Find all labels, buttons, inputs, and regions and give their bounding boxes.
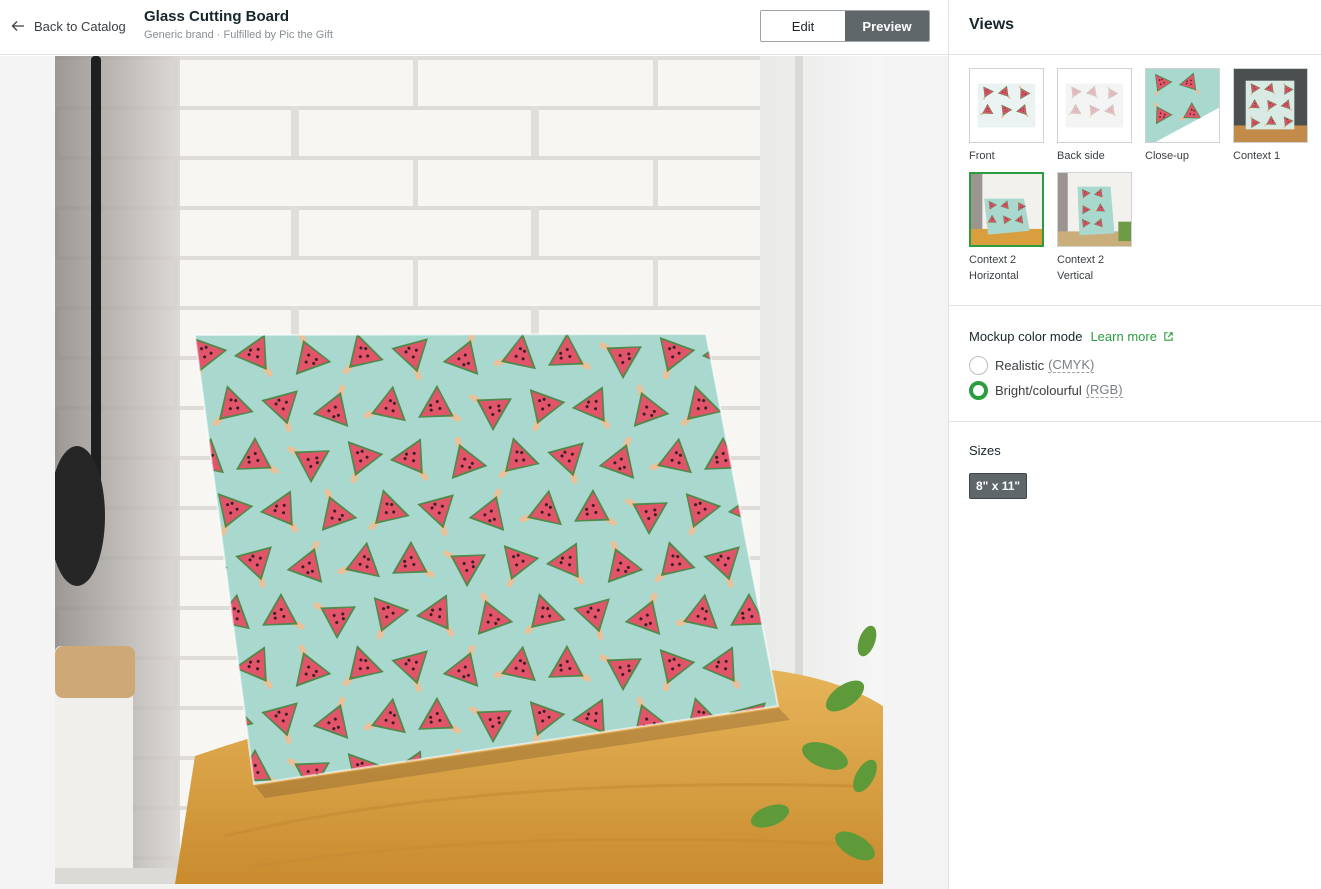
sizes-title: Sizes — [969, 443, 1001, 458]
views-heading: Views — [949, 0, 1321, 55]
right-panel: Views Front Back side Close-up Context 1 — [948, 0, 1321, 889]
back-to-catalog-link[interactable]: Back to Catalog — [10, 15, 126, 37]
back-label: Back to Catalog — [34, 18, 126, 34]
radio-realistic[interactable]: Realistic (CMYK) — [969, 355, 1301, 375]
view-context-1[interactable]: Context 1 — [1233, 68, 1321, 164]
color-mode-section: Mockup color mode Learn more Realistic (… — [949, 306, 1321, 421]
external-link-icon — [1164, 331, 1173, 341]
learn-more-link[interactable]: Learn more — [1090, 329, 1173, 344]
view-label: Back side — [1057, 150, 1105, 162]
arrow-left-icon — [11, 21, 24, 31]
product-mockup-image — [55, 56, 883, 884]
view-label: Front — [969, 150, 995, 162]
learn-more-label: Learn more — [1090, 328, 1157, 344]
views-grid: Front Back side Close-up Context 1 Conte… — [949, 55, 1321, 292]
page-title: Glass Cutting Board — [144, 8, 290, 25]
view-label-line2: Horizontal — [969, 270, 1019, 282]
preview-canvas — [0, 56, 948, 889]
view-label: Close-up — [1145, 150, 1190, 162]
radio-tag: (CMYK) — [1048, 356, 1095, 373]
top-bar: Back to Catalog Glass Cutting Board Gene… — [0, 0, 948, 55]
view-thumbnail-selected[interactable] — [969, 172, 1044, 247]
view-context-2-horizontal[interactable]: Context 2 Horizontal — [969, 172, 1057, 284]
page-subtitle: Generic brand · Fulfilled by Pic the Gif… — [144, 29, 333, 41]
radio-tag: (RGB) — [1085, 381, 1123, 398]
radio-button-selected[interactable] — [969, 380, 988, 400]
preview-button[interactable]: Preview — [845, 11, 929, 41]
sizes-section: Sizes 8" x 11" — [949, 422, 1321, 499]
view-thumbnail[interactable] — [1233, 68, 1308, 143]
radio-label: Realistic — [995, 357, 1045, 373]
view-label-line2: Vertical — [1057, 270, 1094, 282]
view-front[interactable]: Front — [969, 68, 1057, 164]
radio-button[interactable] — [969, 355, 988, 375]
view-thumbnail[interactable] — [1145, 68, 1220, 143]
view-thumbnail[interactable] — [1057, 68, 1132, 143]
edit-button[interactable]: Edit — [761, 11, 845, 41]
color-mode-title: Mockup color mode — [969, 328, 1083, 344]
radio-bright[interactable]: Bright/colourful (RGB) — [969, 380, 1301, 400]
view-label: Context 2 — [969, 254, 1017, 266]
edit-preview-toggle: Edit Preview — [760, 10, 930, 42]
view-close-up[interactable]: Close-up — [1145, 68, 1233, 164]
view-back-side[interactable]: Back side — [1057, 68, 1145, 164]
radio-label: Bright/colourful — [995, 382, 1082, 398]
view-label: Context 2 — [1057, 254, 1105, 266]
view-thumbnail[interactable] — [1057, 172, 1132, 247]
view-thumbnail[interactable] — [969, 68, 1044, 143]
view-label: Context 1 — [1233, 150, 1281, 162]
view-context-2-vertical[interactable]: Context 2 Vertical — [1057, 172, 1145, 284]
size-chip-selected[interactable]: 8" x 11" — [969, 473, 1028, 499]
product-title-block: Glass Cutting Board Generic brand · Fulf… — [144, 8, 333, 41]
